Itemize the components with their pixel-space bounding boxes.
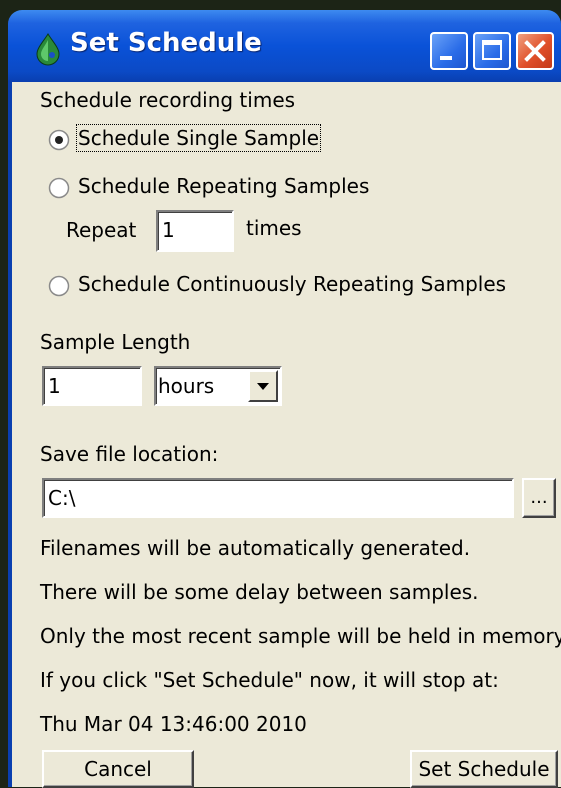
maximize-icon	[482, 40, 502, 60]
maximize-button[interactable]	[473, 32, 511, 70]
sample-length-unit-value: hours	[158, 374, 215, 398]
set-schedule-button[interactable]: Set Schedule	[410, 750, 558, 788]
info-line-memory: Only the most recent sample will be held…	[40, 624, 561, 648]
stop-time-value: Thu Mar 04 13:46:00 2010	[40, 712, 307, 736]
save-location-label: Save file location:	[40, 442, 219, 466]
set-schedule-window: Set Schedule Schedule recording times Sc…	[0, 0, 561, 788]
save-path-input[interactable]: C:\	[42, 478, 514, 518]
info-line-stop: If you click "Set Schedule" now, it will…	[40, 668, 499, 692]
chevron-down-icon	[257, 383, 269, 390]
times-label: times	[246, 216, 302, 240]
browse-button[interactable]: ...	[522, 478, 556, 518]
radio-single-sample[interactable]	[48, 129, 70, 151]
radio-repeating-samples[interactable]	[48, 177, 70, 199]
repeat-label: Repeat	[66, 218, 137, 242]
close-icon	[524, 40, 546, 62]
sample-length-label: Sample Length	[40, 330, 191, 354]
close-button[interactable]	[516, 32, 554, 70]
sample-length-input[interactable]: 1	[42, 366, 142, 406]
repeat-count-input[interactable]: 1	[156, 210, 234, 252]
radio-repeating-samples-label[interactable]: Schedule Repeating Samples	[78, 174, 369, 198]
info-line-filenames: Filenames will be automatically generate…	[40, 536, 471, 560]
cancel-button[interactable]: Cancel	[42, 750, 194, 788]
minimize-button[interactable]	[430, 32, 468, 70]
title-bar[interactable]: Set Schedule	[8, 10, 561, 82]
schedule-heading: Schedule recording times	[40, 88, 296, 112]
radio-continuous-samples[interactable]	[48, 275, 70, 297]
window-title: Set Schedule	[70, 28, 262, 58]
dialog-body: Schedule recording times Schedule Single…	[8, 82, 561, 788]
radio-continuous-samples-label[interactable]: Schedule Continuously Repeating Samples	[78, 272, 506, 296]
app-icon	[36, 33, 60, 66]
info-line-delay: There will be some delay between samples…	[40, 580, 479, 604]
minimize-icon	[440, 56, 452, 60]
radio-single-sample-label[interactable]: Schedule Single Sample	[75, 124, 322, 152]
unit-dropdown-button[interactable]	[248, 370, 278, 402]
